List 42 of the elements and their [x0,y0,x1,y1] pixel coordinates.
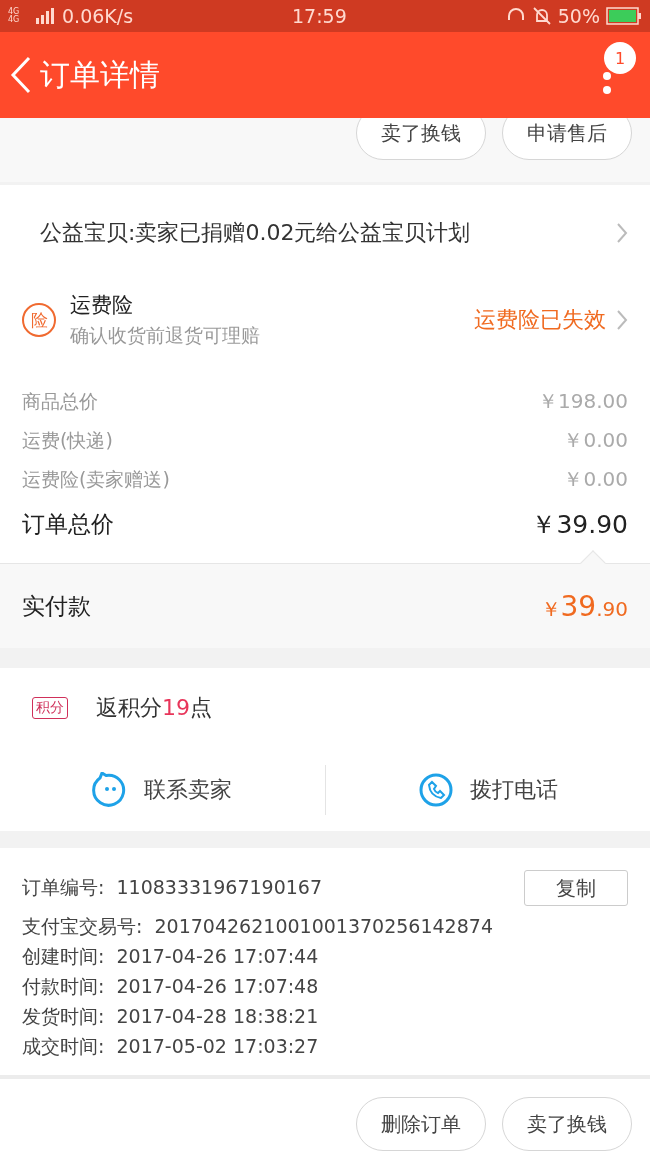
clock: 17:59 [292,5,347,27]
page-title: 订单详情 [40,55,160,94]
order-info-line: 订单编号: 11083331967190167 [22,875,322,900]
notification-badge: 1 [604,42,636,74]
phone-icon [417,771,454,808]
action-button[interactable]: 卖了换钱 [502,1097,632,1151]
signal-icon [36,8,56,24]
action-button[interactable]: 删除订单 [356,1097,486,1151]
price-value: ￥0.00 [563,466,628,493]
order-info-line: 创建时间: 2017-04-26 17:07:44 [22,944,319,969]
bell-muted-icon [531,6,552,26]
contact-button[interactable]: 联系卖家 [0,764,325,815]
order-info-line: 发货时间: 2017-04-28 18:38:21 [22,1004,319,1029]
battery-icon [606,7,642,25]
insurance-title: 运费险 [70,292,134,319]
price-value: ￥0.00 [563,427,628,454]
action-button[interactable]: 申请售后 [502,118,632,160]
chevron-right-icon [616,309,628,331]
contact-button[interactable]: 拨打电话 [325,764,650,815]
price-label: 运费险(卖家赠送) [22,466,170,492]
price-label: 运费(快递) [22,427,113,453]
paid-label: 实付款 [22,591,91,621]
paid-amount: ￥39.90 [540,589,628,623]
battery-percent: 50% [557,5,600,27]
price-value: ￥39.90 [531,508,628,541]
back-icon[interactable] [10,56,32,94]
points-text: 返积分19点 [96,694,212,722]
chevron-right-icon [616,221,628,244]
copy-button[interactable]: 复制 [524,870,628,906]
price-label: 订单总价 [22,509,114,539]
order-info-line: 成交时间: 2017-05-02 17:03:27 [22,1034,319,1059]
charity-note: 公益宝贝:卖家已捐赠0.02元给公益宝贝计划 [40,218,471,247]
network-speed: 0.06K/s [62,5,134,27]
price-label: 商品总价 [22,388,98,414]
action-button[interactable]: 卖了换钱 [356,118,486,160]
price-value: ￥198.00 [538,388,628,415]
insurance-icon: 险 [22,303,56,337]
insurance-subtitle: 确认收货前退货可理赔 [70,323,261,348]
order-info-line: 支付宝交易号: 2017042621001001370256142874 [22,914,493,939]
points-tag: 积分 [32,697,68,719]
network-label: 4G 4G [8,8,21,24]
order-info-line: 付款时间: 2017-04-26 17:07:48 [22,974,319,999]
